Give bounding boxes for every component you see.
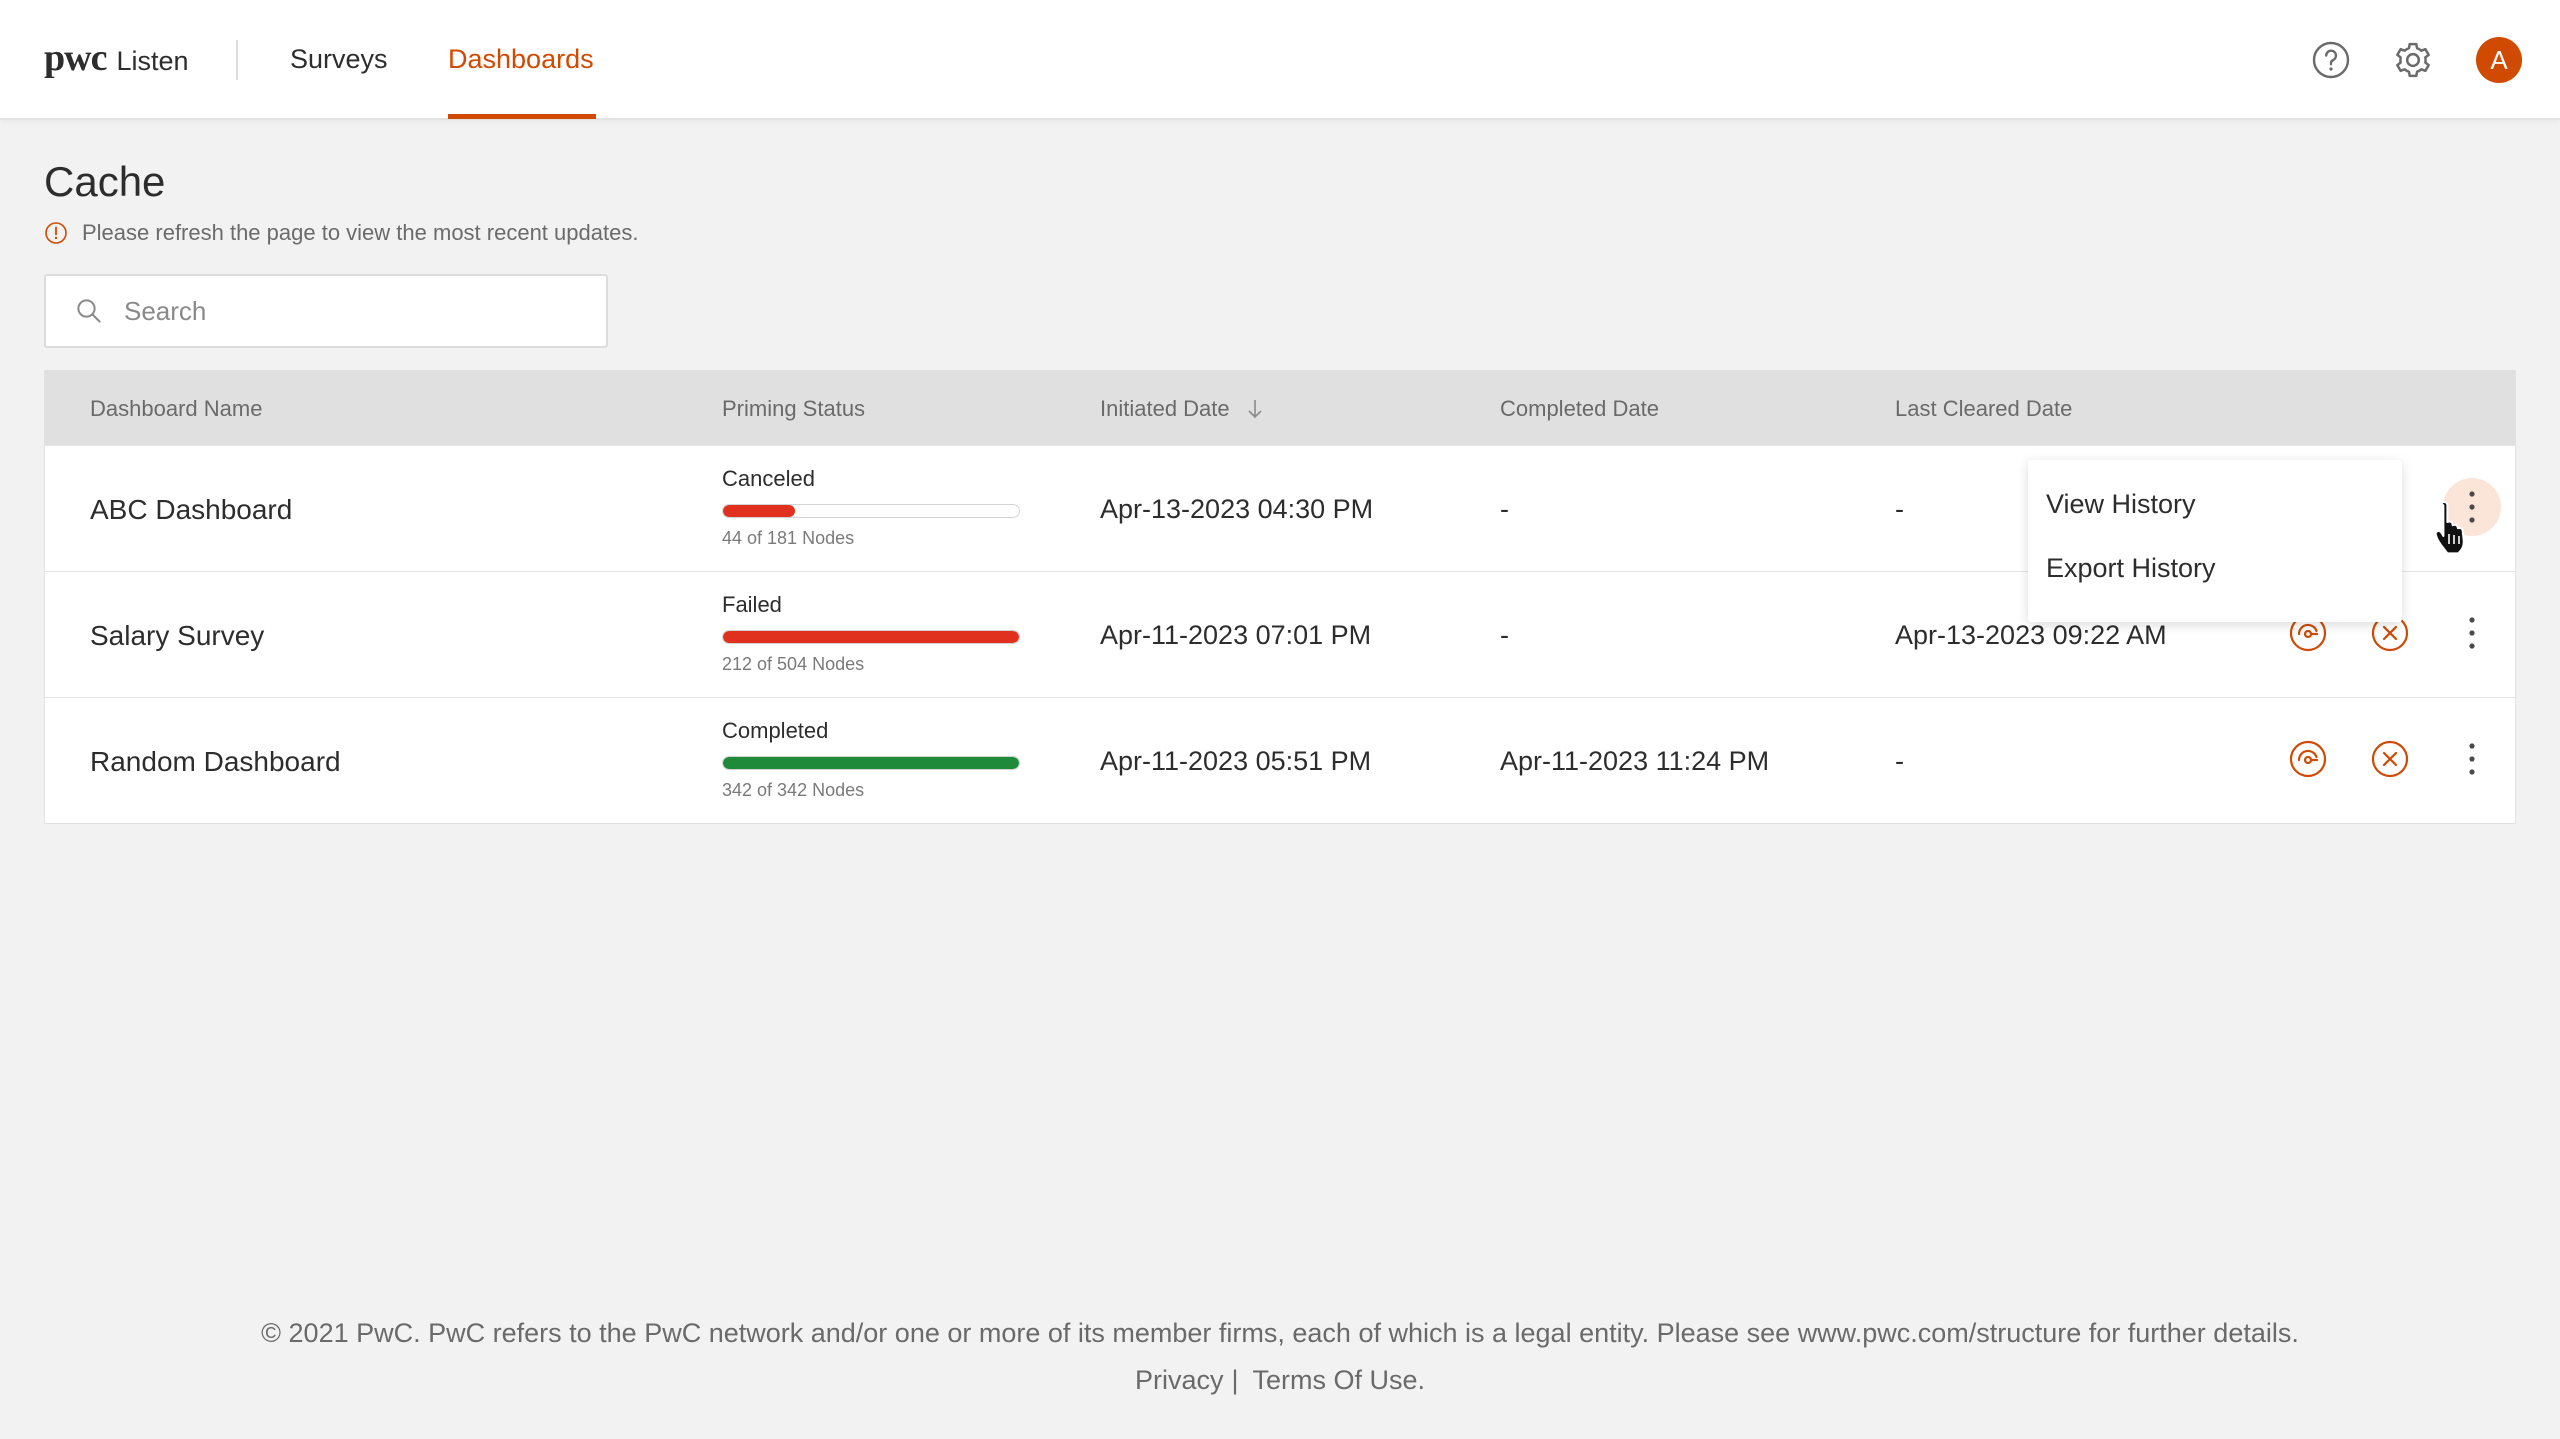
priming-status: Failed 212 of 504 Nodes (722, 592, 1020, 675)
question-circle-icon (2312, 41, 2350, 79)
status-label: Completed (722, 718, 829, 743)
more-vertical-icon (2469, 617, 2475, 649)
row-options-menu: View History Export History (2028, 460, 2402, 622)
close-circle-icon (2371, 740, 2409, 778)
dashboard-name: ABC Dashboard (90, 494, 293, 525)
node-count: 212 of 504 Nodes (722, 654, 865, 674)
progress-bar (722, 756, 1020, 770)
column-header-priming-status[interactable]: Priming Status (722, 396, 865, 422)
hand-pointer-cursor-icon (2434, 501, 2465, 555)
refresh-notice: Please refresh the page to view the most… (44, 220, 638, 246)
active-nav-indicator (448, 114, 596, 119)
top-navigation-bar: pwc Listen Surveys Dashboards A (0, 0, 2560, 120)
last-cleared-date: Apr-13-2023 09:22 AM (1895, 620, 2167, 650)
column-header-completed-date[interactable]: Completed Date (1500, 396, 1659, 422)
nav-dashboards[interactable]: Dashboards (448, 44, 594, 75)
last-cleared-date: - (1895, 746, 1904, 776)
table-header: Dashboard Name Priming Status Initiated … (45, 371, 2515, 445)
completed-date: - (1500, 620, 1509, 650)
last-cleared-date: - (1895, 494, 1904, 524)
initiated-date: Apr-11-2023 07:01 PM (1100, 620, 1372, 650)
node-count: 342 of 342 Nodes (722, 780, 865, 800)
dashboard-name: Random Dashboard (90, 746, 341, 777)
footer-separator: | (1231, 1365, 1239, 1395)
more-vertical-icon (2469, 743, 2475, 775)
column-header-last-cleared-date[interactable]: Last Cleared Date (1895, 396, 2072, 422)
app-name: Listen (116, 46, 189, 76)
progress-bar (722, 504, 1020, 518)
completed-date: Apr-11-2023 11:24 PM (1500, 746, 1770, 776)
progress-bar (722, 630, 1020, 644)
initiated-date: Apr-13-2023 04:30 PM (1100, 494, 1374, 524)
completed-date: - (1500, 494, 1509, 524)
more-options-button[interactable] (2449, 610, 2495, 656)
footer: © 2021 PwC. PwC refers to the PwC networ… (0, 1318, 2560, 1396)
menu-item-export-history[interactable]: Export History (2028, 536, 2402, 600)
privacy-link[interactable]: Privacy (1135, 1365, 1224, 1396)
brand-divider (236, 40, 238, 80)
prime-cache-button[interactable] (2285, 736, 2331, 782)
search-field[interactable] (44, 274, 608, 348)
help-button[interactable] (2309, 38, 2353, 82)
priming-status: Canceled 44 of 181 Nodes (722, 466, 1020, 549)
initiated-date: Apr-11-2023 05:51 PM (1100, 746, 1372, 776)
settings-button[interactable] (2391, 38, 2435, 82)
footer-copyright: © 2021 PwC. PwC refers to the PwC networ… (261, 1318, 2299, 1348)
status-label: Failed (722, 592, 782, 617)
column-header-dashboard-name[interactable]: Dashboard Name (90, 396, 262, 422)
refresh-notice-text: Please refresh the page to view the most… (82, 220, 639, 245)
terms-of-use-link[interactable]: Terms Of Use. (1253, 1365, 1426, 1396)
footer-links: Privacy | Terms Of Use. (0, 1365, 2560, 1396)
brand[interactable]: pwc Listen (44, 36, 189, 80)
gear-icon (2396, 42, 2430, 78)
prime-cache-icon (2289, 740, 2327, 778)
sort-descending-icon (1248, 400, 1262, 419)
user-avatar[interactable]: A (2476, 37, 2522, 83)
nav-surveys[interactable]: Surveys (290, 44, 388, 75)
pwc-logo: pwc (44, 37, 107, 79)
search-input[interactable] (122, 294, 582, 328)
info-icon (45, 222, 67, 244)
progress-bar-fill (723, 631, 1019, 643)
progress-bar-fill (723, 505, 795, 517)
column-header-initiated-date[interactable]: Initiated Date (1100, 396, 1266, 422)
status-label: Canceled (722, 466, 815, 491)
progress-bar-fill (723, 757, 1019, 769)
menu-item-view-history[interactable]: View History (2028, 472, 2402, 536)
node-count: 44 of 181 Nodes (722, 528, 855, 548)
cancel-priming-button[interactable] (2367, 736, 2413, 782)
table-row: Random Dashboard Completed 342 of 342 No… (45, 697, 2515, 823)
more-options-button[interactable] (2449, 736, 2495, 782)
search-icon (77, 299, 101, 323)
priming-status: Completed 342 of 342 Nodes (722, 718, 1020, 801)
page-title: Cache (44, 158, 166, 205)
dashboard-name: Salary Survey (90, 620, 265, 651)
column-header-initiated-date-label: Initiated Date (1100, 396, 1230, 421)
